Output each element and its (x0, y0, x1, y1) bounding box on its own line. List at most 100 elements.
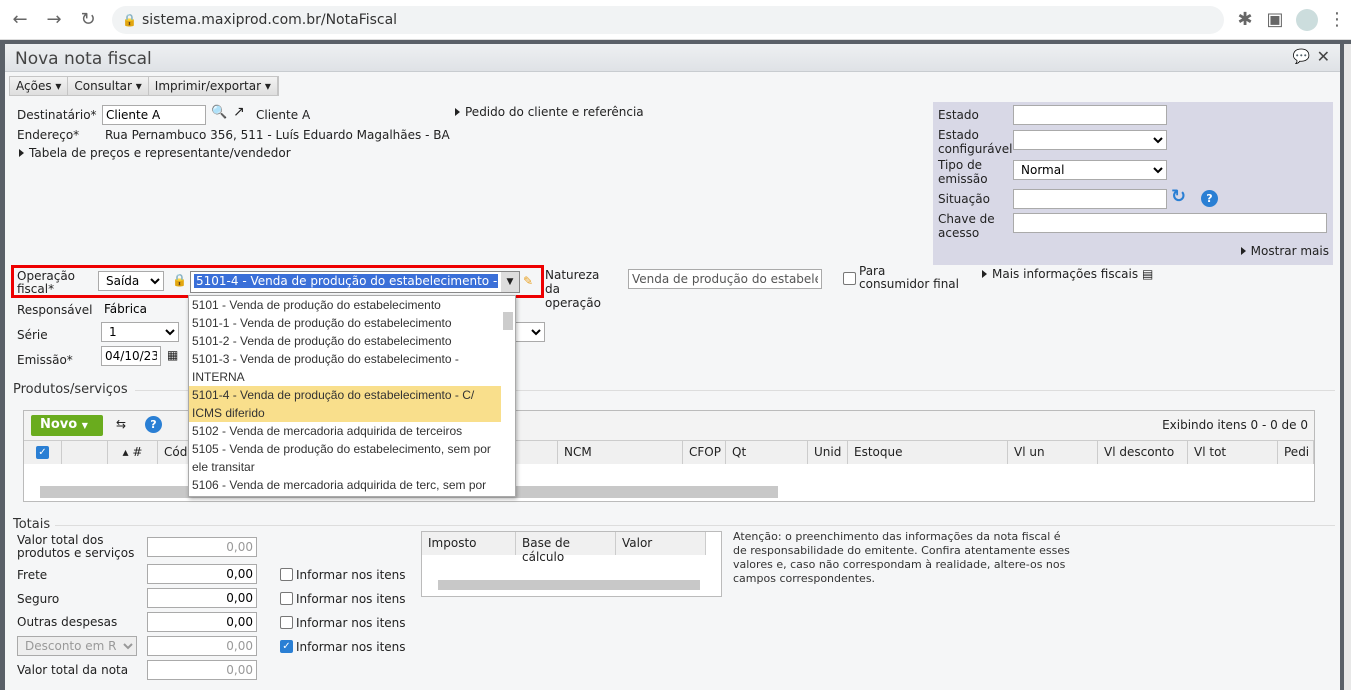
menu-icon[interactable]: ⋮ (1325, 8, 1349, 32)
page-scrollbar[interactable] (1344, 44, 1351, 690)
frete-label: Frete (17, 568, 48, 582)
refresh-icon[interactable]: ↻ (1171, 186, 1186, 207)
menu-consultar[interactable]: Consultar ▾ (68, 77, 149, 95)
external-link-icon[interactable]: ↗ (233, 104, 245, 120)
frete-input[interactable] (147, 564, 257, 584)
estado-label: Estado (938, 108, 979, 122)
consumidor-final-checkbox[interactable] (843, 272, 856, 285)
total-produtos-input (147, 537, 257, 557)
column-header[interactable]: Vl desconto (1098, 441, 1188, 464)
menu-bar: Ações ▾ Consultar ▾ Imprimir/exportar ▾ (9, 76, 279, 96)
atencao-text: Atenção: o preenchimento das informações… (733, 530, 1070, 585)
dropdown-scrollbar[interactable] (503, 312, 513, 330)
select-all-checkbox[interactable]: ✓ (36, 446, 49, 459)
option-selected[interactable]: 5101-4 - Venda de produção do estabeleci… (189, 386, 501, 422)
seguro-input[interactable] (147, 588, 257, 608)
column-header[interactable]: NCM (558, 441, 683, 464)
search-icon[interactable]: 🔍 (211, 105, 227, 120)
column-header[interactable]: CFOP (683, 441, 726, 464)
option[interactable]: 5102 - Venda de mercadoria adquirida de … (189, 422, 501, 440)
back-icon[interactable]: ← (8, 8, 32, 32)
serie-label: Série (17, 328, 48, 342)
column-header[interactable]: ▴ # (108, 441, 158, 464)
frete-informar-checkbox[interactable] (280, 568, 293, 581)
operacao-dropdown-list: 5101 - Venda de produção do estabelecime… (188, 295, 516, 497)
destinatario-input[interactable] (102, 105, 206, 125)
chat-icon[interactable]: 💬 (1293, 49, 1310, 65)
emissao-label: Emissão* (17, 353, 73, 367)
column-header[interactable]: Valor (616, 532, 706, 555)
option[interactable]: 5101-3 - Venda de produção do estabeleci… (189, 350, 501, 386)
endereco-value: Rua Pernambuco 356, 511 - Luís Eduardo M… (105, 128, 450, 142)
consumidor-final-label: Para consumidor final (859, 264, 959, 291)
mostrar-mais-link[interactable]: Mostrar mais (1240, 244, 1329, 258)
menu-acoes[interactable]: Ações ▾ (10, 77, 69, 95)
browser-toolbar: ← → ↻ 🔒 sistema.maxiprod.com.br/NotaFisca… (0, 0, 1351, 40)
seguro-informar-label: Informar nos itens (296, 592, 406, 606)
url-text: sistema.maxiprod.com.br/NotaFiscal (142, 12, 398, 28)
outras-informar-checkbox[interactable] (280, 616, 293, 629)
seguro-label: Seguro (17, 592, 60, 606)
help-icon[interactable]: ? (1201, 190, 1218, 207)
chave-acesso-input[interactable] (1013, 213, 1327, 233)
column-header[interactable]: Unid (808, 441, 848, 464)
tipo-emissao-label: Tipo de emissão (938, 158, 988, 186)
option[interactable]: 5101 - Venda de produção do estabelecime… (189, 296, 501, 314)
column-header[interactable]: Vl tot (1188, 441, 1278, 464)
natureza-input[interactable] (628, 269, 822, 289)
situacao-input[interactable] (1013, 189, 1167, 209)
serie-select[interactable]: 1 (101, 322, 179, 342)
window-titlebar: Nova nota fiscal 💬 ✕ (5, 44, 1340, 72)
mais-informacoes-link[interactable]: Mais informações fiscais ▤ (982, 267, 1153, 281)
reload-icon[interactable]: ↻ (76, 8, 100, 32)
column-blank (62, 441, 108, 464)
column-header[interactable]: Qt (726, 441, 808, 464)
chave-acesso-label: Chave de acesso (938, 212, 995, 240)
produtos-title: Produtos/serviços (13, 382, 128, 397)
lock-icon: 🔒 (122, 13, 137, 27)
column-header[interactable]: Estoque (848, 441, 1008, 464)
tabela-precos-link[interactable]: Tabela de preços e representante/vendedo… (19, 146, 291, 160)
column-header[interactable]: Imposto (422, 532, 516, 555)
sidepanel-icon[interactable]: ▣ (1263, 8, 1287, 32)
outras-despesas-input[interactable] (147, 612, 257, 632)
option[interactable]: 5101-1 - Venda de produção do estabeleci… (189, 314, 501, 332)
close-icon[interactable]: ✕ (1317, 47, 1330, 66)
seguro-informar-checkbox[interactable] (280, 592, 293, 605)
total-nota-label: Valor total da nota (17, 663, 129, 677)
extensions-icon[interactable]: ✱ (1233, 8, 1257, 32)
estado-input[interactable] (1013, 105, 1167, 125)
exibindo-text: Exibindo itens 0 - 0 de 0 (1162, 418, 1308, 432)
impostos-grid: Imposto Base de cálculo Valor (421, 531, 722, 597)
horizontal-scrollbar[interactable] (438, 580, 700, 590)
option[interactable]: 5106 - Venda de mercadoria adquirida de … (189, 476, 501, 494)
tipo-emissao-select[interactable]: Normal (1013, 160, 1167, 180)
option[interactable]: 5101-2 - Venda de produção do estabeleci… (189, 332, 501, 350)
column-header[interactable]: Vl un (1008, 441, 1098, 464)
address-bar[interactable]: 🔒 sistema.maxiprod.com.br/NotaFiscal (112, 6, 1224, 34)
window-title: Nova nota fiscal (15, 49, 152, 69)
emissao-input[interactable] (101, 346, 161, 366)
highlight-box (11, 265, 544, 298)
total-nota-input (147, 660, 257, 680)
desconto-informar-checkbox[interactable]: ✓ (280, 640, 293, 653)
option[interactable]: 5105 - Venda de produção do estabelecime… (189, 440, 501, 476)
situacao-label: Situação (938, 192, 990, 206)
forward-icon[interactable]: → (42, 8, 66, 32)
endereco-label: Endereço* (17, 128, 80, 142)
estado-configuravel-select[interactable] (1013, 130, 1167, 150)
responsavel-input[interactable] (101, 299, 191, 319)
help-icon[interactable]: ? (145, 416, 162, 433)
outras-informar-label: Informar nos itens (296, 616, 406, 630)
column-header[interactable]: Pedi (1278, 441, 1314, 464)
refresh-icon[interactable]: ⇆ (116, 417, 126, 431)
novo-button[interactable]: Novo ▼ (31, 415, 103, 436)
totais-title: Totais (13, 517, 51, 532)
desconto-informar-label: Informar nos itens (296, 640, 406, 654)
menu-imprimir[interactable]: Imprimir/exportar ▾ (149, 77, 278, 95)
cliente-link[interactable]: Cliente A (256, 108, 310, 122)
column-header[interactable]: Base de cálculo (516, 532, 616, 564)
calendar-icon[interactable]: ▦ (167, 348, 178, 362)
avatar[interactable] (1296, 9, 1318, 31)
pedido-link[interactable]: Pedido do cliente e referência (455, 105, 644, 119)
